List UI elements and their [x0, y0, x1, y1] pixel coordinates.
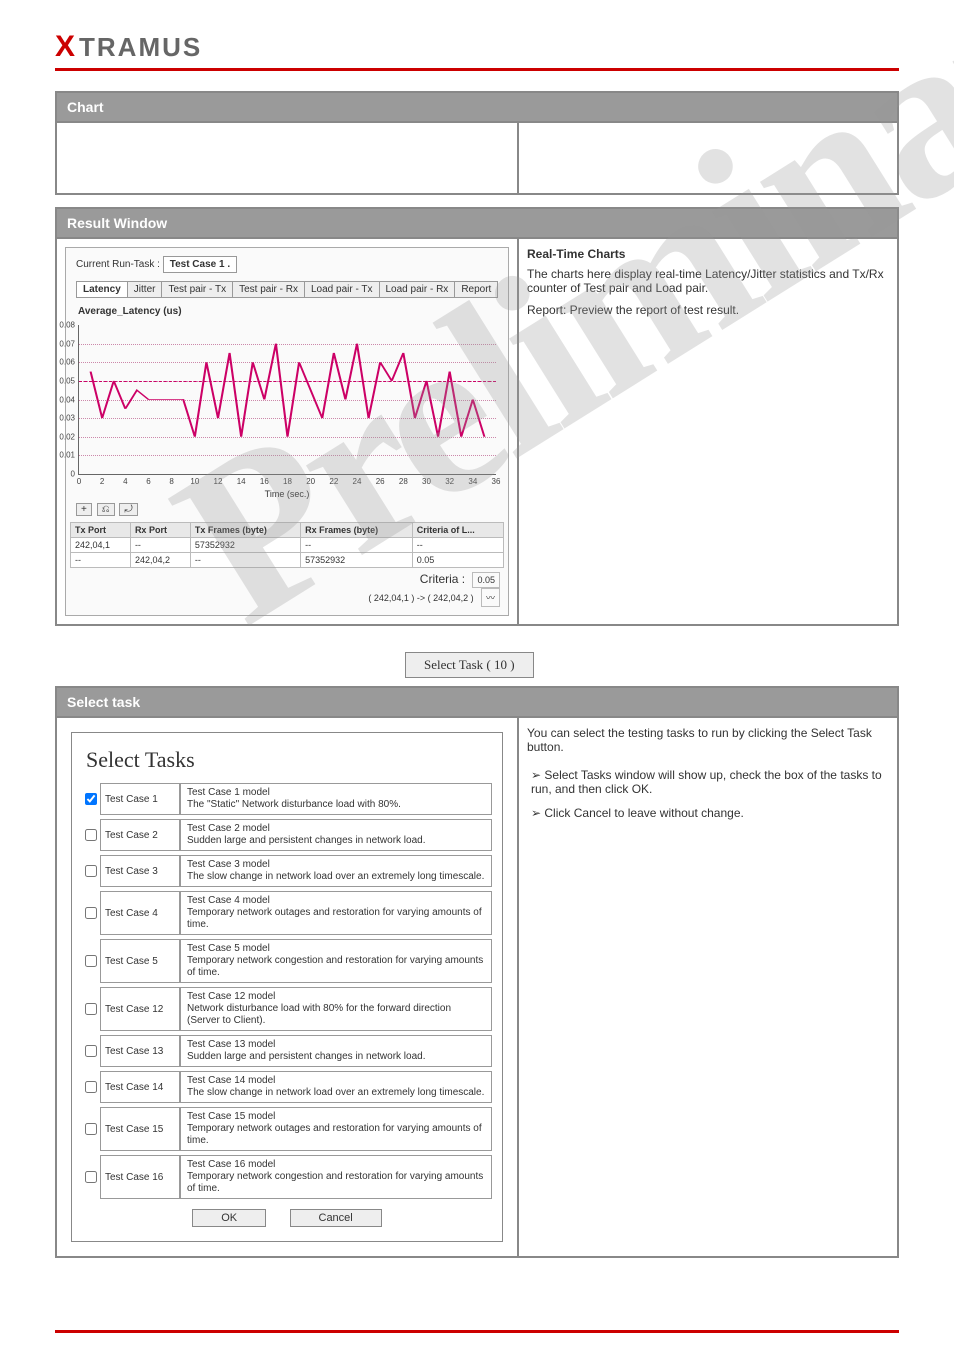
task-desc-5: Test Case 5 modelTemporary network conge… [180, 939, 492, 983]
task-label-10: Test Case 16 [100, 1155, 180, 1199]
task-checkbox-8[interactable] [85, 1081, 97, 1093]
select-task-button[interactable]: Select Task ( 10 ) [405, 652, 534, 678]
task-checkbox-5[interactable] [85, 955, 97, 967]
task-row-4: Test Case 4Test Case 4 modelTemporary ne… [82, 891, 492, 935]
select-task-right: You can select the testing tasks to run … [519, 718, 897, 1256]
task-checkbox-7[interactable] [85, 1045, 97, 1057]
select-task-left: Select Tasks Test Case 1Test Case 1 mode… [57, 718, 519, 1256]
result-window-right: Real-Time Charts The charts here display… [519, 239, 897, 624]
chart-section-left [57, 123, 519, 193]
tab-load-pair-rx[interactable]: Load pair - Rx [379, 281, 456, 298]
task-label-2: Test Case 2 [100, 819, 180, 851]
task-checkbox-3[interactable] [85, 865, 97, 877]
chart-section-header: Chart [57, 93, 897, 123]
tab-load-pair-tx[interactable]: Load pair - Tx [304, 281, 380, 298]
task-label-8: Test Case 14 [100, 1071, 180, 1103]
task-label-5: Test Case 5 [100, 939, 180, 983]
dialog-buttons: OK Cancel [82, 1209, 492, 1227]
task-row-6: Test Case 12Test Case 12 modelNetwork di… [82, 987, 492, 1031]
latency-chart: 00.010.020.030.040.050.060.070.080246810… [78, 325, 496, 475]
task-checkbox-4[interactable] [85, 907, 97, 919]
task-desc-1: Test Case 1 modelThe "Static" Network di… [180, 783, 492, 815]
task-desc-8: Test Case 14 modelThe slow change in net… [180, 1071, 492, 1103]
tab-latency[interactable]: Latency [76, 281, 128, 298]
header-rule [55, 68, 899, 71]
zoom-reset-button[interactable]: ⎌ [97, 503, 115, 516]
task-desc-9: Test Case 15 modelTemporary network outa… [180, 1107, 492, 1151]
run-task-label: Current Run-Task : [76, 259, 160, 270]
result-desc-report: Report: Preview the report of test resul… [527, 303, 889, 317]
task-desc-6: Test Case 12 modelNetwork disturbance lo… [180, 987, 492, 1031]
logo-text: TRAMUS [79, 32, 202, 63]
task-row-5: Test Case 5Test Case 5 modelTemporary ne… [82, 939, 492, 983]
select-task-note-1: You can select the testing tasks to run … [527, 726, 889, 754]
chart-panel: Current Run-Task : Test Case 1 . Latency… [65, 247, 509, 616]
select-tasks-title: Select Tasks [86, 747, 492, 773]
task-label-1: Test Case 1 [100, 783, 180, 815]
result-window-header: Result Window [57, 209, 897, 239]
task-row-2: Test Case 2Test Case 2 modelSudden large… [82, 819, 492, 851]
brand-logo: XTRAMUS [55, 30, 899, 64]
task-desc-7: Test Case 13 modelSudden large and persi… [180, 1035, 492, 1067]
tab-jitter[interactable]: Jitter [127, 281, 163, 298]
select-task-note-2a: ➢ Select Tasks window will show up, chec… [527, 768, 889, 796]
select-task-header: Select task [57, 688, 897, 718]
select-task-note-2b: ➢ Click Cancel to leave without change. [527, 806, 889, 820]
chart-section-right [519, 123, 897, 193]
tab-test-pair-tx[interactable]: Test pair - Tx [161, 281, 233, 298]
task-checkbox-9[interactable] [85, 1123, 97, 1135]
task-label-4: Test Case 4 [100, 891, 180, 935]
footer-rule [55, 1330, 899, 1333]
cancel-button[interactable]: Cancel [290, 1209, 382, 1227]
result-window-left: Current Run-Task : Test Case 1 . Latency… [57, 239, 519, 624]
port-table: Tx PortRx PortTx Frames (byte)Rx Frames … [70, 522, 504, 568]
run-task-bar: Current Run-Task : Test Case 1 . [70, 252, 504, 277]
run-task-value: Test Case 1 . [163, 256, 237, 273]
result-desc-title: Real-Time Charts [527, 247, 889, 261]
task-list: Test Case 1Test Case 1 modelThe "Static"… [82, 783, 492, 1199]
task-checkbox-1[interactable] [85, 793, 97, 805]
task-checkbox-2[interactable] [85, 829, 97, 841]
criteria-row: Criteria : 0.05 ( 242,04,1 ) -> ( 242,04… [70, 568, 504, 611]
task-row-7: Test Case 13Test Case 13 modelSudden lar… [82, 1035, 492, 1067]
task-row-1: Test Case 1Test Case 1 modelThe "Static"… [82, 783, 492, 815]
task-desc-4: Test Case 4 modelTemporary network outag… [180, 891, 492, 935]
criteria-label: Criteria : [420, 572, 465, 586]
task-label-9: Test Case 15 [100, 1107, 180, 1151]
zoom-in-button[interactable]: + [76, 503, 92, 516]
task-checkbox-10[interactable] [85, 1171, 97, 1183]
result-tabbar: LatencyJitterTest pair - TxTest pair - R… [70, 277, 504, 302]
task-checkbox-6[interactable] [85, 1003, 97, 1015]
task-label-3: Test Case 3 [100, 855, 180, 887]
zoom-out-button[interactable]: ⤾ [119, 503, 137, 516]
result-window-section: Result Window Current Run-Task : Test Ca… [55, 207, 899, 626]
task-row-9: Test Case 15Test Case 15 modelTemporary … [82, 1107, 492, 1151]
chart-title: Average_Latency (us) [70, 302, 504, 321]
zoom-controls: + ⎌ ⤾ [70, 501, 504, 518]
select-task-section: Select task Select Tasks Test Case 1Test… [55, 686, 899, 1258]
page-footer [55, 1330, 899, 1333]
criteria-value: 0.05 [472, 572, 500, 588]
task-row-8: Test Case 14Test Case 14 modelThe slow c… [82, 1071, 492, 1103]
task-row-3: Test Case 3Test Case 3 modelThe slow cha… [82, 855, 492, 887]
chart-section: Chart [55, 91, 899, 195]
task-label-7: Test Case 13 [100, 1035, 180, 1067]
task-label-6: Test Case 12 [100, 987, 180, 1031]
tab-test-pair-rx[interactable]: Test pair - Rx [232, 281, 305, 298]
tab-report[interactable]: Report [454, 281, 498, 298]
logo-x-glyph: X [55, 30, 77, 64]
port-mapping: ( 242,04,1 ) -> ( 242,04,2 ) [368, 593, 473, 603]
chart-mini-icon[interactable]: 〰 [481, 588, 500, 607]
task-desc-2: Test Case 2 modelSudden large and persis… [180, 819, 492, 851]
task-row-10: Test Case 16Test Case 16 modelTemporary … [82, 1155, 492, 1199]
select-tasks-dialog: Select Tasks Test Case 1Test Case 1 mode… [71, 732, 503, 1242]
result-desc-body: The charts here display real-time Latenc… [527, 267, 889, 295]
task-desc-3: Test Case 3 modelThe slow change in netw… [180, 855, 492, 887]
ok-button[interactable]: OK [192, 1209, 266, 1227]
task-desc-10: Test Case 16 modelTemporary network cong… [180, 1155, 492, 1199]
